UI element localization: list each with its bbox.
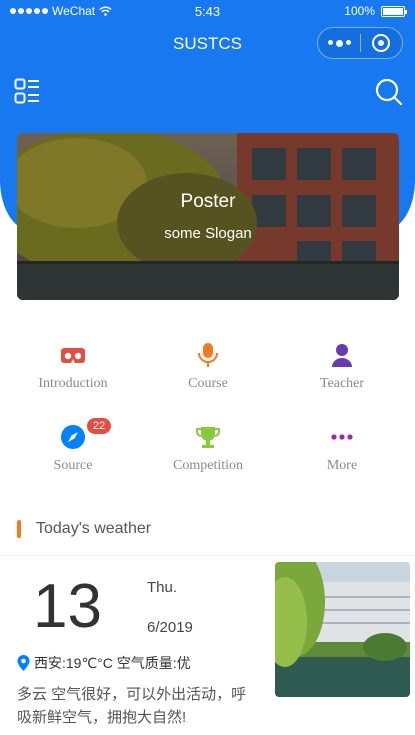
location-pin-icon (17, 655, 30, 671)
campus-lake-image (275, 562, 410, 697)
battery-icon (381, 5, 407, 17)
section-accent-bar (17, 520, 21, 538)
grid-item-more[interactable]: More (273, 422, 411, 474)
person-icon (332, 344, 352, 367)
notification-badge: 22 (87, 418, 111, 434)
poster-title: Poster (180, 191, 236, 212)
grid-label: More (326, 458, 358, 473)
nav-bar: SUSTCS (0, 26, 415, 60)
vr-glasses-icon (61, 348, 85, 363)
search-icon[interactable] (375, 78, 403, 106)
battery-fill (383, 7, 403, 15)
mini-program-capsule (317, 27, 403, 59)
weather-month-year: 6/2019 (147, 619, 193, 636)
weather-description: 多云 空气很好，可以外出活动，呼吸新鲜空气，拥抱大自然! (17, 686, 247, 726)
microphone-icon (198, 343, 218, 367)
poster-slogan: some Slogan (164, 225, 252, 242)
location-text: 西安:19℃°C 空气质量:优 (34, 655, 191, 671)
grid-label: Course (188, 376, 228, 391)
grid-label: Source (53, 458, 93, 473)
grid-item-introduction[interactable]: Introduction (4, 340, 142, 392)
grid-item-teacher[interactable]: Teacher (273, 340, 411, 392)
weather-photo[interactable] (275, 562, 410, 697)
weather-weekday: Thu. (147, 579, 178, 596)
weather-section-header: Today's weather (0, 510, 415, 556)
poster-banner[interactable]: Poster some Slogan (17, 133, 399, 300)
close-target-icon[interactable] (361, 34, 402, 52)
compass-icon (61, 425, 85, 449)
grid-item-source[interactable]: 22 Source (4, 418, 142, 474)
grid-label: Competition (173, 458, 243, 473)
weather-location: 西安:19℃°C 空气质量:优 (17, 653, 191, 673)
more-dots-icon (331, 434, 353, 440)
battery-percent: 100% (344, 4, 375, 18)
grid-item-competition[interactable]: Competition (139, 422, 277, 474)
grid-label: Introduction (38, 376, 108, 391)
banner-caption: Poster some Slogan (17, 133, 399, 300)
grid-label: Teacher (319, 376, 365, 391)
list-icon[interactable] (14, 78, 40, 104)
status-bar: WeChat 5:43 100% (0, 0, 415, 22)
more-dots-icon[interactable] (318, 39, 360, 47)
trophy-icon (196, 427, 220, 448)
battery-status: 100% (344, 4, 407, 18)
weather-section-title: Today's weather (36, 520, 152, 537)
weather-day: 13 (33, 572, 102, 641)
grid-item-course[interactable]: Course (139, 340, 277, 392)
